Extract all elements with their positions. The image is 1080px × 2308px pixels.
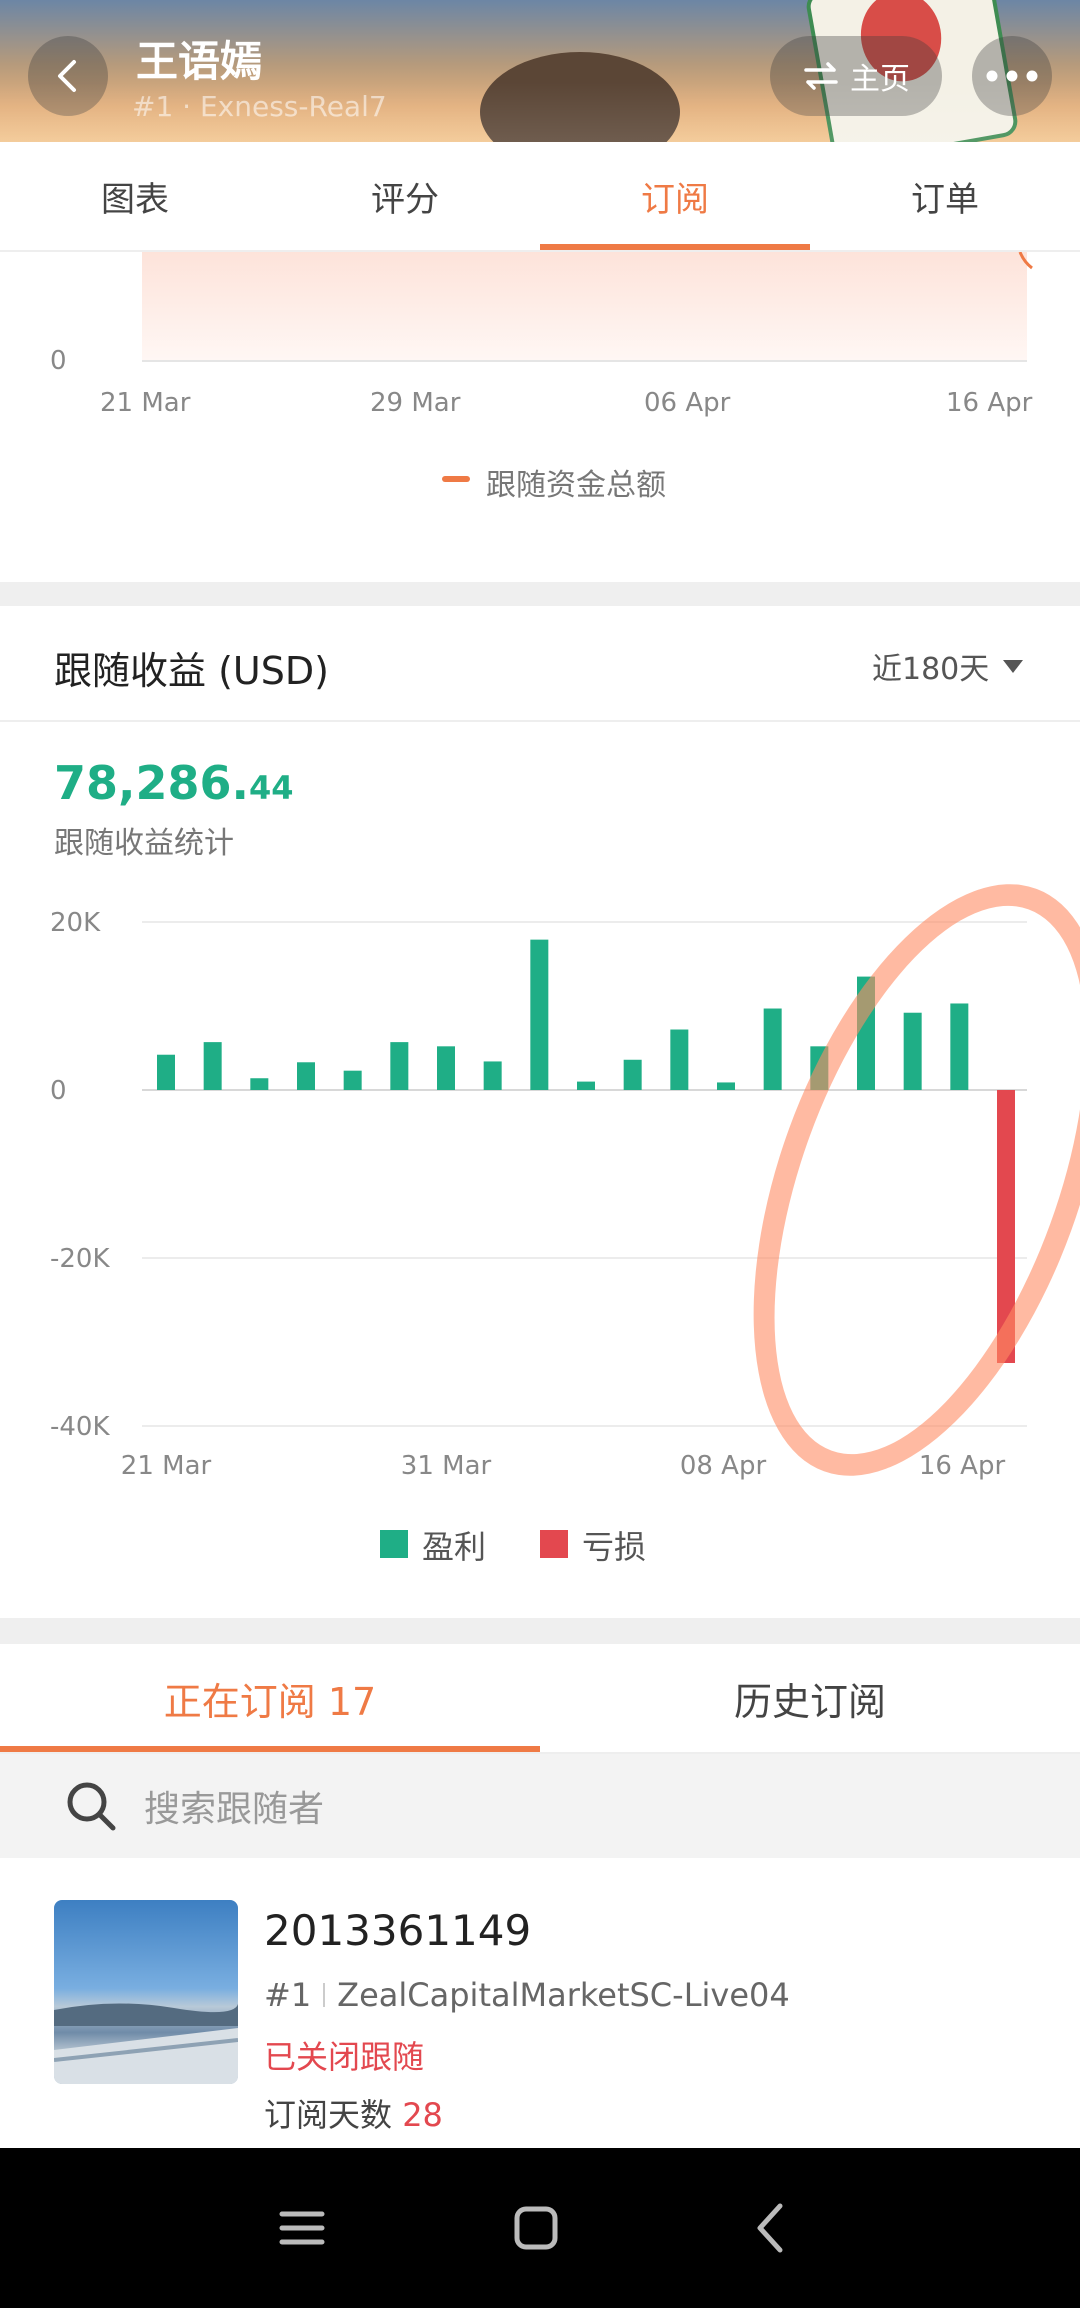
- follow-funds-chart: 0 21 Mar 29 Mar 06 Apr 16 Apr 跟随资金总额: [0, 252, 1080, 580]
- period-selector[interactable]: 近180天: [872, 644, 1024, 688]
- tab-label: 评分: [371, 179, 439, 220]
- profit-bar: [157, 1054, 175, 1090]
- y-axis-label: 0: [50, 346, 67, 376]
- y-tick-label: -20K: [50, 1244, 110, 1274]
- x-axis-label: 06 Apr: [644, 388, 731, 418]
- profit-bar: [203, 1042, 222, 1090]
- tab-history-subscriptions[interactable]: 历史订阅: [540, 1644, 1080, 1752]
- landscape-photo: [54, 2003, 238, 2084]
- period-label: 近180天: [872, 652, 990, 687]
- home-square-icon[interactable]: [500, 2192, 572, 2264]
- profit-bar: [717, 1082, 735, 1090]
- back-chevron-icon[interactable]: [736, 2192, 808, 2264]
- follower-server: ZealCapitalMarketSC-Live04: [337, 1976, 790, 2014]
- tab-label: 订单: [911, 179, 979, 220]
- follower-id: 2013361149: [264, 1906, 532, 1955]
- subtab-label: 历史订阅: [733, 1679, 886, 1724]
- profit-bar: [623, 1059, 642, 1090]
- avatar-illustration: [480, 52, 680, 142]
- back-button[interactable]: [28, 36, 108, 116]
- tab-label: 订阅: [641, 179, 709, 220]
- x-tick-label: 31 Mar: [401, 1451, 492, 1481]
- profit-legend-swatch: [380, 1530, 408, 1558]
- subtab-label: 正在订阅 17: [163, 1679, 377, 1724]
- x-axis-label: 16 Apr: [946, 388, 1033, 418]
- profit-bar: [437, 1046, 455, 1090]
- profit-bar: [343, 1070, 362, 1090]
- subscription-days: 订阅天数 28: [264, 2090, 443, 2136]
- loss-legend-label: 亏损: [582, 1528, 647, 1566]
- page-title: 王语嫣: [136, 37, 263, 86]
- home-button[interactable]: 主页: [770, 36, 942, 116]
- y-tick-label: -40K: [50, 1412, 110, 1442]
- profile-header: 王语嫣 #1 · Exness-Real7 主页: [0, 0, 1080, 142]
- section-divider: [0, 582, 1080, 606]
- funds-legend-marker: [442, 476, 470, 482]
- tab-orders[interactable]: 订单: [810, 142, 1080, 250]
- profit-section-title: 跟随收益 (USD): [54, 649, 329, 693]
- loss-legend-swatch: [540, 1530, 568, 1558]
- profit-bar: [577, 1081, 595, 1090]
- y-tick-label: 20K: [50, 908, 101, 938]
- x-axis-label: 21 Mar: [100, 388, 191, 418]
- funds-baseline: [142, 360, 1027, 362]
- subscription-days-value: 28: [402, 2096, 443, 2134]
- main-tabs: 图表 评分 订阅 订单: [0, 142, 1080, 252]
- profit-bar: [250, 1078, 269, 1090]
- follower-rank: #1: [264, 1976, 312, 2014]
- subscription-days-label: 订阅天数: [264, 2096, 393, 2134]
- x-axis-label: 29 Mar: [370, 388, 461, 418]
- x-tick-label: 08 Apr: [680, 1451, 767, 1481]
- profit-legend-label: 盈利: [422, 1528, 487, 1566]
- tab-active-subscriptions[interactable]: 正在订阅 17: [0, 1644, 540, 1752]
- menu-icon[interactable]: [266, 2192, 338, 2264]
- follower-list-item[interactable]: 2013361149 #1 ZealCapitalMarketSC-Live04…: [0, 1880, 1080, 2148]
- follower-search-bar[interactable]: 搜索跟随者: [0, 1754, 1080, 1858]
- swap-icon: [804, 62, 838, 90]
- profit-total: 78,286.44: [54, 756, 294, 810]
- search-icon: [67, 1782, 116, 1831]
- tab-score[interactable]: 评分: [270, 142, 540, 250]
- chevron-left-icon: [58, 60, 76, 92]
- profit-total-decimals: 44: [248, 769, 294, 807]
- funds-area-fill: [142, 252, 1027, 360]
- separator: [323, 1983, 326, 2007]
- tab-chart[interactable]: 图表: [0, 142, 270, 250]
- y-tick-label: 0: [50, 1076, 67, 1106]
- system-navigation-bar: [0, 2148, 1080, 2308]
- profit-total-integer: 78,286.: [54, 756, 249, 810]
- x-tick-label: 16 Apr: [919, 1451, 1006, 1481]
- subscription-tabs: 正在订阅 17 历史订阅: [0, 1644, 1080, 1754]
- follow-status: 已关闭跟随: [264, 2038, 425, 2076]
- profit-bar: [670, 1029, 689, 1090]
- caret-down-icon: [1003, 659, 1024, 673]
- more-dots-icon: [986, 70, 1038, 82]
- follower-avatar: [54, 1900, 238, 2084]
- follower-account: #1 ZealCapitalMarketSC-Live04: [264, 1976, 790, 2014]
- profit-bar: [530, 939, 549, 1090]
- profit-bar: [483, 1061, 502, 1090]
- more-button[interactable]: [972, 36, 1052, 116]
- home-button-label: 主页: [850, 62, 910, 97]
- profit-bar: [763, 1008, 782, 1090]
- account-subtitle: #1 · Exness-Real7: [132, 90, 387, 123]
- funds-legend-label: 跟随资金总额: [486, 468, 666, 503]
- x-tick-label: 21 Mar: [121, 1451, 212, 1481]
- section-divider: [0, 1618, 1080, 1644]
- tab-label: 图表: [101, 179, 169, 220]
- profit-bar: [390, 1042, 409, 1090]
- profit-total-label: 跟随收益统计: [54, 826, 234, 861]
- section-header-divider: [0, 720, 1080, 722]
- profit-bar: [297, 1062, 315, 1090]
- funds-line-tail: [1018, 252, 1033, 270]
- search-input[interactable]: 搜索跟随者: [144, 1780, 324, 1832]
- tab-subscription[interactable]: 订阅: [540, 142, 810, 250]
